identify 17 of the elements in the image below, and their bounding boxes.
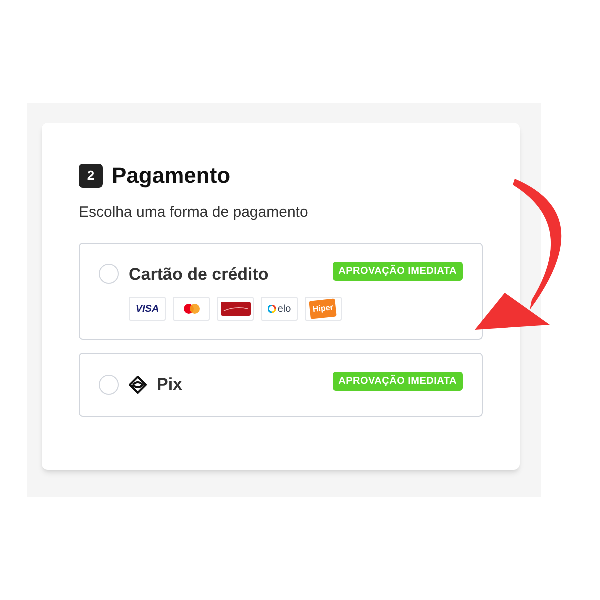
status-tag: APROVAÇÃO IMEDIATA	[332, 372, 463, 391]
option-label: Pix	[157, 374, 183, 396]
radio-button[interactable]	[99, 374, 119, 395]
status-tag: APROVAÇÃO IMEDIATA	[332, 262, 463, 280]
card-logo-icon	[220, 302, 250, 316]
diamond-icon	[129, 376, 147, 394]
card-logo: Hiper	[309, 298, 338, 320]
card-logo: elo	[261, 297, 298, 321]
subtitle: Escolha uma forma de pagamento	[79, 203, 310, 223]
card-logo: VISA	[129, 297, 166, 321]
radio-button[interactable]	[99, 264, 119, 284]
option-label: Cartão de crédito	[129, 264, 269, 286]
step-number: 2	[79, 164, 103, 188]
section-title: Pagamento	[112, 162, 231, 190]
payment-option[interactable]: Pix APROVAÇÃO IMEDIATA	[79, 353, 483, 416]
payment-option[interactable]: Cartão de crédito APROVAÇÃO IMEDIATA VISA elo Hiper	[79, 242, 483, 340]
circles-icon	[184, 304, 200, 314]
